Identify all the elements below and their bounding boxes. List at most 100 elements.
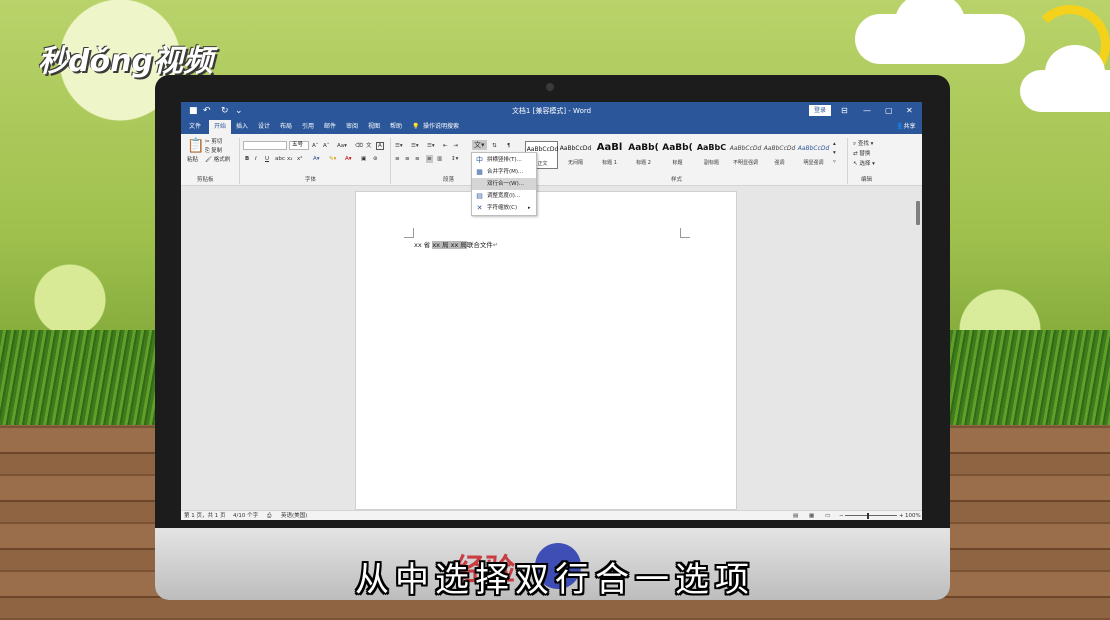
sort-icon[interactable]: ⇅ (492, 142, 497, 150)
underline-icon[interactable]: U (265, 155, 269, 163)
ribbon: 📋 粘贴 ✂ 剪切 ⎘ 复制 🖌 格式刷 剪贴板 五号 A˄ A˅ Aa▾ ⌫ … (181, 134, 922, 186)
tab-view[interactable]: 视图 (365, 120, 383, 134)
justify-icon[interactable]: ≡ (426, 155, 433, 163)
font-name-box[interactable] (243, 141, 287, 150)
style-heading-2[interactable]: AaBb( 标题 2 (627, 141, 660, 169)
text-effects-icon[interactable]: A▾ (313, 155, 320, 163)
increase-indent-icon[interactable]: ⇥ (453, 142, 458, 150)
ribbon-display-icon[interactable]: ⊟ (841, 105, 848, 117)
login-button[interactable]: 登录 (809, 105, 831, 116)
search-icon: ⌕ (853, 141, 857, 147)
bullets-icon[interactable]: ☰▾ (395, 142, 403, 150)
zoom-slider-handle[interactable] (867, 513, 869, 519)
font-size-box[interactable]: 五号 (289, 141, 309, 150)
highlight-icon[interactable]: ✎▾ (329, 155, 336, 163)
minimize-icon[interactable]: — (863, 105, 871, 117)
language-status[interactable]: 英语(美国) (281, 511, 307, 520)
chinese-layout-icon[interactable]: 文▾ (472, 140, 487, 150)
share-button[interactable]: 👤共享 (896, 120, 916, 134)
superscript-icon[interactable]: x² (297, 155, 302, 163)
zoom-slider[interactable] (845, 515, 897, 516)
paste-button[interactable]: 粘贴 (187, 156, 198, 164)
line-spacing-icon[interactable]: ↕▾ (451, 155, 458, 163)
tab-home[interactable]: 开始 (209, 120, 231, 134)
cut-button[interactable]: ✂ 剪切 (205, 138, 222, 146)
format-painter-button[interactable]: 🖌 格式刷 (205, 156, 230, 164)
menu-bar: 文件 开始 插入 设计 布局 引用 邮件 审阅 视图 帮助 💡 操作说明搜索 👤… (181, 120, 922, 134)
cursor-icon: ↖ (853, 161, 858, 167)
menu-item-vertical-in-horizontal[interactable]: 中 拼横竖排(T)... (472, 154, 536, 166)
cloud (1020, 45, 1110, 112)
tab-file[interactable]: 文件 (185, 120, 205, 134)
zoom-in-icon[interactable]: + (899, 511, 904, 520)
proofing-icon[interactable]: ⎙ (267, 511, 271, 520)
style-subtitle[interactable]: AaBbC 副标题 (695, 141, 728, 169)
page-count[interactable]: 第 1 页，共 1 页 (184, 511, 226, 520)
italic-icon[interactable]: I (255, 155, 257, 163)
style-heading-1[interactable]: AaBl 标题 1 (593, 141, 626, 169)
selected-text[interactable]: xx 局 xx 局 (432, 241, 467, 249)
tab-help[interactable]: 帮助 (387, 120, 405, 134)
style-subtle-emphasis[interactable]: AaBbCcDd 不明显强调 (729, 141, 762, 169)
style-emphasis[interactable]: AaBbCcDd 强调 (763, 141, 796, 169)
tab-review[interactable]: 审阅 (343, 120, 361, 134)
align-right-icon[interactable]: ≡ (415, 155, 420, 163)
group-label-clipboard: 剪贴板 (197, 177, 214, 183)
char-shading-icon[interactable]: ▣ (361, 155, 366, 163)
print-layout-icon[interactable]: ▦ (809, 511, 814, 520)
maximize-icon[interactable]: ▢ (885, 105, 893, 117)
strikethrough-icon[interactable]: abc (275, 155, 285, 163)
phonetic-guide-icon[interactable]: 文 (366, 142, 372, 150)
show-marks-icon[interactable]: ¶ (507, 142, 511, 150)
tab-design[interactable]: 设计 (255, 120, 273, 134)
crop-mark (404, 228, 414, 238)
group-label-styles: 样式 (671, 177, 683, 183)
style-title[interactable]: AaBb( 标题 (661, 141, 694, 169)
tab-layout[interactable]: 布局 (277, 120, 295, 134)
tab-insert[interactable]: 插入 (233, 120, 251, 134)
font-color-icon[interactable]: A▾ (345, 155, 352, 163)
document-text[interactable]: xx 省 xx 局 xx 局联合文件↵ (414, 240, 498, 250)
change-case-icon[interactable]: Aa▾ (337, 142, 347, 150)
web-layout-icon[interactable]: ▭ (825, 511, 830, 520)
vertical-scrollbar[interactable] (916, 201, 920, 225)
align-center-icon[interactable]: ≡ (405, 155, 410, 163)
menu-item-character-scaling[interactable]: ✕ 字符缩放(C) ▸ (472, 202, 536, 214)
read-mode-icon[interactable]: ▤ (793, 511, 798, 520)
camera (546, 83, 554, 91)
find-button[interactable]: ⌕ 查找 ▾ (853, 140, 873, 148)
subscript-icon[interactable]: x₂ (287, 155, 292, 163)
distribute-icon[interactable]: ▥ (437, 155, 442, 163)
align-left-icon[interactable]: ≡ (395, 155, 400, 163)
char-border-icon[interactable]: A (376, 142, 384, 150)
styles-scroll-icon[interactable]: ▴ ▾ ▿ (833, 140, 836, 167)
tell-me-search[interactable]: 操作说明搜索 (423, 120, 463, 134)
word-count[interactable]: 4/10 个字 (233, 511, 258, 520)
zoom-level[interactable]: 100% (905, 511, 921, 520)
paste-icon[interactable]: 📋 (187, 138, 204, 154)
multilevel-list-icon[interactable]: ☰▾ (427, 142, 435, 150)
tab-references[interactable]: 引用 (299, 120, 317, 134)
grow-font-icon[interactable]: A˄ (312, 142, 319, 150)
numbering-icon[interactable]: ☰▾ (411, 142, 419, 150)
close-icon[interactable]: ✕ (906, 105, 913, 117)
enclose-char-icon[interactable]: ⊛ (373, 155, 378, 163)
shrink-font-icon[interactable]: A˅ (323, 142, 330, 150)
document-area: xx 省 xx 局 xx 局联合文件↵ (181, 187, 922, 510)
style-no-spacing[interactable]: AaBbCcDd 无间隔 (559, 141, 592, 169)
clear-format-icon[interactable]: ⌫ (355, 142, 363, 150)
select-button[interactable]: ↖ 选择 ▾ (853, 160, 875, 168)
bold-icon[interactable]: B (245, 155, 249, 163)
copy-button[interactable]: ⎘ 复制 (205, 147, 222, 155)
style-intense-emphasis[interactable]: AaBbCcDd 明显强调 (797, 141, 830, 169)
replace-button[interactable]: ⇄ 替换 (853, 150, 870, 158)
fit-text-icon: ▤ (476, 192, 483, 200)
video-subtitle: 从中选择双行合一选项 (355, 560, 755, 600)
tab-mailings[interactable]: 邮件 (321, 120, 339, 134)
document-page[interactable]: xx 省 xx 局 xx 局联合文件↵ (355, 191, 737, 510)
menu-item-combine-characters[interactable]: ▦ 合并字符(M)... (472, 166, 536, 178)
menu-item-fit-text[interactable]: ▤ 调整宽度(I)... (472, 190, 536, 202)
menu-item-two-lines-in-one[interactable]: 双行合一(W)... (472, 178, 536, 190)
decrease-indent-icon[interactable]: ⇤ (443, 142, 448, 150)
zoom-out-icon[interactable]: − (839, 511, 844, 520)
